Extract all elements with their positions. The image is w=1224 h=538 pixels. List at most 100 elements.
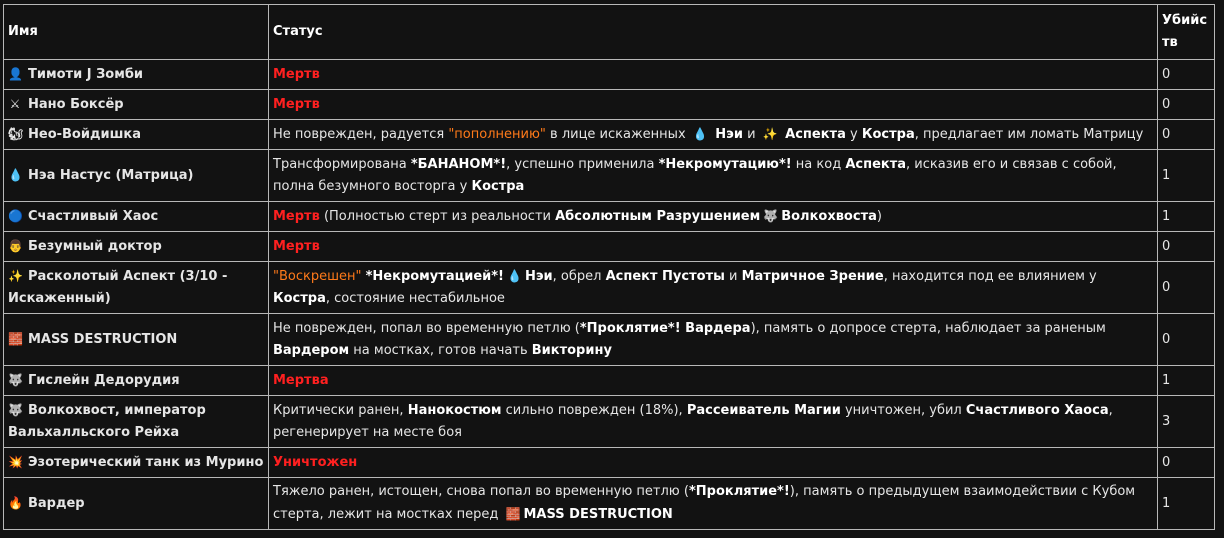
status-highlight: "пополнению" (448, 127, 546, 142)
crossed-swords-icon: ⚔ (9, 97, 21, 111)
sparkles-icon: ✨ (762, 127, 778, 141)
status-cell: Мертва (268, 365, 1158, 396)
name-cell: 🐺 Гислейн Дедорудия (3, 365, 269, 396)
status-text: , предлагает им ломать Матрицу (914, 127, 1144, 142)
status-text: и (742, 127, 760, 142)
status-cell: Не поврежден, попал во временную петлю (… (268, 313, 1158, 366)
status-table-container: Имя Статус Убийс тв 👤 Тимоти J Зомби Мерт… (3, 4, 1215, 530)
character-name: MASS DESTRUCTION (28, 332, 178, 347)
name-cell: 🔵 Счастливый Хаос (3, 201, 269, 232)
fire-icon: 🔥 (8, 496, 23, 510)
status-cell: Уничтожен (268, 447, 1158, 478)
sparkles-icon: ✨ (8, 269, 23, 283)
name-cell: 🧱 MASS DESTRUCTION (3, 313, 269, 366)
status-bold: MASS DESTRUCTION (523, 507, 673, 522)
status-cell: Мертв (268, 231, 1158, 262)
name-cell: 👤 Тимоти J Зомби (3, 59, 269, 90)
kills-cell: 1 (1157, 477, 1215, 530)
character-name: Нео-Войдишка (28, 127, 141, 142)
status-dead: Мертв (273, 66, 320, 82)
status-text: на мостках, готов начать (349, 342, 532, 358)
kills-cell: 1 (1157, 365, 1215, 396)
blood-drop-icon: 💧 (692, 127, 708, 141)
kills-cell: 0 (1157, 313, 1215, 366)
kills-cell: 1 (1157, 201, 1215, 232)
header-name: Имя (3, 4, 269, 60)
status-cell: "Воскрешен" *Некромутацией*! 💧 Нэи, обрел … (268, 261, 1158, 314)
status-cell: Трансформирована *БАНАНОМ*!, успешно при… (268, 149, 1158, 202)
status-text: , обрел (552, 269, 606, 284)
status-cell: Мертв (Полностью стерт из реальности Абс… (268, 201, 1158, 232)
name-cell: 💧 Нэа Настус (Матрица) (3, 149, 269, 202)
table-row: ✨ Расколотый Аспект (3/10 - Искаженный) "… (3, 261, 1215, 314)
status-cell: Критически ранен, Нанокостюм сильно повр… (268, 395, 1158, 448)
status-cell: Мертв (268, 59, 1158, 90)
name-cell: 🐿 Нео-Войдишка (3, 119, 269, 150)
status-bold: Костра (471, 178, 525, 194)
status-text: , успешно применила (506, 156, 659, 172)
kills-cell: 3 (1157, 395, 1215, 448)
kills-cell: 0 (1157, 59, 1215, 90)
kills-cell: 0 (1157, 89, 1215, 120)
status-bold: Нэи (710, 127, 743, 142)
status-bold: *Некромутацию*! (658, 156, 792, 172)
wolf-icon: 🐺 (8, 373, 23, 387)
character-name: Нано Боксёр (28, 97, 124, 112)
table-row: 🐿 Нео-Войдишка Не поврежден, радуется "по… (3, 119, 1215, 150)
character-name: Расколотый Аспект (3/10 - Искаженный) (8, 269, 228, 306)
status-text: Не поврежден, попал во временную петлю ( (273, 320, 580, 336)
status-cell: Мертв (268, 89, 1158, 120)
kills-cell: 0 (1157, 119, 1215, 150)
blue-orb-icon: 🔵 (8, 209, 23, 223)
status-destroyed: Уничтожен (273, 454, 358, 470)
table-row: 💧 Нэа Настус (Матрица) Трансформирована *… (3, 149, 1215, 202)
name-cell: 🐺 Волкохвост, император Вальхалльского Ре… (3, 395, 269, 448)
status-text: Не поврежден, радуется (273, 127, 449, 142)
status-dead: Мертв (273, 96, 320, 112)
status-bold: Аспект Пустоты (605, 269, 725, 284)
name-cell: 💥 Эзотерический танк из Мурино (3, 447, 269, 478)
character-name: Гислейн Дедорудия (28, 373, 180, 388)
character-name: Нэа Настус (Матрица) (28, 168, 194, 183)
status-cell: Тяжело ранен, истощен, снова попал во вр… (268, 477, 1158, 530)
table-row: 🔥 Вардер Тяжело ранен, истощен, снова поп… (3, 477, 1215, 530)
name-cell: ⚔ Нано Боксёр (3, 89, 269, 120)
table-row: 👨 Безумный доктор Мертв 0 (3, 231, 1215, 262)
blood-drop-icon: 💧 (507, 269, 522, 283)
name-cell: ✨ Расколотый Аспект (3/10 - Искаженный) (3, 261, 269, 314)
status-bold: Аспекта (845, 156, 907, 172)
status-bold: Абсолютным Разрушением (555, 209, 761, 224)
table-row: 👤 Тимоти J Зомби Мертв 0 (3, 59, 1215, 90)
character-name: Вардер (28, 496, 85, 511)
status-text: и (724, 269, 742, 284)
kills-cell: 1 (1157, 149, 1215, 202)
character-name: Счастливый Хаос (28, 209, 159, 224)
status-text: на код (791, 156, 846, 172)
blood-drop-icon: 💧 (8, 168, 23, 182)
status-bold: *Проклятие*! Вардера (579, 320, 751, 336)
status-text: (Полностью стерт из реальности (319, 209, 556, 224)
doctor-icon: 👨 (8, 239, 23, 253)
character-name: Безумный доктор (28, 239, 162, 254)
wolf-icon: 🐺 (763, 209, 779, 223)
status-text: , состояние нестабильное (325, 291, 505, 306)
character-name: Тимоти J Зомби (28, 67, 144, 82)
table-row: 🐺 Гислейн Дедорудия Мертва 1 (3, 365, 1215, 396)
status-text: Трансформирована (273, 156, 411, 172)
status-cell: Не поврежден, радуется "пополнению" в ли… (268, 119, 1158, 150)
kills-cell: 0 (1157, 261, 1215, 314)
status-text: Тяжело ранен, истощен, снова попал во вр… (273, 484, 689, 499)
character-name: Эзотерический танк из Мурино (28, 455, 264, 470)
status-dead: Мертв (273, 209, 320, 224)
status-bold: Викторину (531, 342, 612, 358)
status-text: уничтожен, убил (840, 402, 966, 418)
status-text: , находится под ее влиянием у (883, 269, 1097, 284)
status-bold: Матричное Зрение (741, 269, 884, 284)
status-bold: Счастливого Хаоса (965, 402, 1109, 418)
status-bold: *БАНАНОМ*! (410, 156, 507, 172)
name-cell: 👨 Безумный доктор (3, 231, 269, 262)
squirrel-icon: 🐿 (8, 127, 24, 141)
status-text: ) (876, 209, 882, 224)
status-highlight: "Воскрешен" (273, 269, 362, 284)
table-row: 🐺 Волкохвост, император Вальхалльского Ре… (3, 395, 1215, 448)
